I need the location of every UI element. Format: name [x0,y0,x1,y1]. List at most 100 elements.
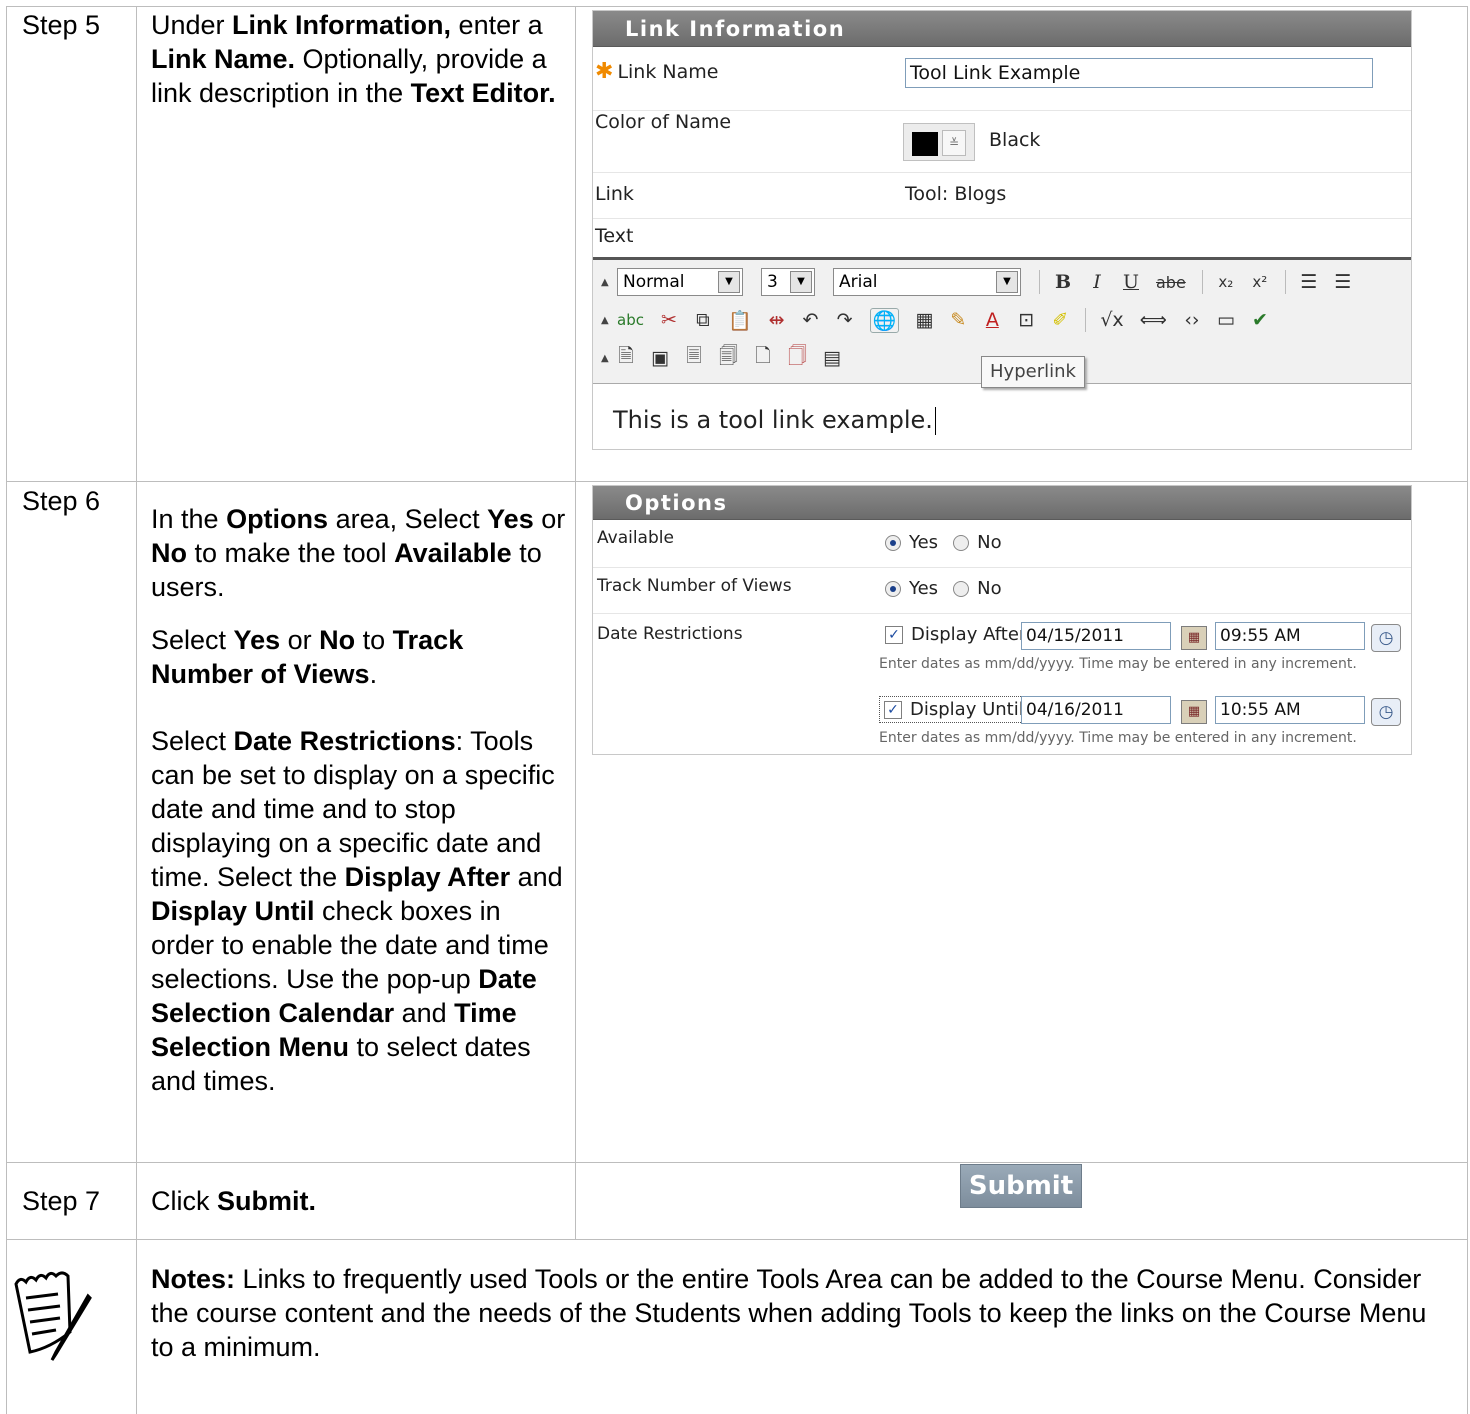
pencil-icon[interactable]: ✎ [949,309,967,331]
notes-icon [14,1271,92,1361]
fullscreen-icon[interactable]: ▭ [1217,309,1235,331]
font-family-select[interactable]: Arial ▼ [833,268,1021,296]
calendar-icon[interactable]: ▦ [1181,700,1207,724]
submit-button[interactable]: Submit [960,1164,1082,1208]
display-after-time-input[interactable]: 09:55 AM [1215,622,1365,650]
link-name-row: ✱ Link Name Tool Link Example [593,47,1411,111]
subscript-icon[interactable]: x₂ [1217,273,1235,291]
html-source-icon[interactable]: ⟺ [1140,309,1167,331]
date-restrictions-row: Date Restrictions ✓ Display After 04/15/2… [593,614,1411,754]
display-until-time-input[interactable]: 10:55 AM [1215,696,1365,724]
superscript-icon[interactable]: x² [1251,273,1269,291]
column-divider-1 [136,6,137,1414]
track-no-label: No [977,578,1002,599]
strikethrough-icon[interactable]: abe [1156,273,1186,292]
spellcheck-icon[interactable]: abc [617,311,644,329]
insert-media-icon[interactable]: 🗏 [685,342,703,374]
track-yes-radio[interactable] [885,580,901,597]
available-no-radio[interactable] [953,534,970,551]
math-icon[interactable]: √x [1100,309,1123,331]
mashup-icon[interactable]: ▤ [823,347,841,369]
color-value: Black [989,129,1041,151]
required-star-icon: ✱ [595,59,614,84]
chevron-down-icon[interactable]: ≚ [942,130,966,156]
date-restrictions-label: Date Restrictions [597,624,743,644]
insert-object-icon[interactable]: ⊡ [1017,309,1035,331]
display-after-checkbox[interactable]: ✓ [885,625,903,644]
color-picker[interactable]: ≚ [903,123,975,161]
display-until-hint: Enter dates as mm/dd/yyyy. Time may be e… [879,730,1357,746]
insert-audio-icon[interactable]: 🗋 [754,342,772,374]
collapse-arrow-icon[interactable]: ▲ [601,353,617,364]
cut-icon[interactable]: ✂ [660,309,678,331]
code-icon[interactable]: ‹› [1183,309,1201,331]
toolbar-row-1: ▲ Normal ▼ 3 ▼ Arial ▼ B I U abe x₂ x² ☰ ☰ [601,264,1411,300]
table-icon[interactable]: ▦ [915,309,933,331]
track-yes-label: Yes [909,578,939,599]
display-until-group: ✓ Display Until [879,696,1035,723]
chevron-down-icon: ▼ [996,271,1018,293]
font-size-select[interactable]: 3 ▼ [761,268,815,296]
text-color-icon[interactable]: A [983,309,1001,331]
align-left-icon[interactable]: ☰ [1300,271,1318,293]
row-divider-1 [6,481,1468,482]
toolbar-separator [1284,270,1286,294]
align-center-icon[interactable]: ☰ [1334,271,1352,293]
hyperlink-icon[interactable]: 🌐 [869,307,900,333]
row-divider-3 [6,1239,1468,1240]
redo-icon[interactable]: ↷ [836,309,854,331]
link-row: Link Tool: Blogs [593,173,1411,219]
check-icon[interactable]: ✔ [1251,309,1269,331]
available-yes-radio[interactable] [885,534,901,551]
track-no-radio[interactable] [953,580,970,597]
color-swatch [912,132,938,156]
display-until-checkbox[interactable]: ✓ [884,700,902,719]
notes-text: Notes: Links to frequently used Tools or… [151,1264,1427,1362]
underline-icon[interactable]: U [1122,271,1140,293]
bold-icon[interactable]: B [1054,271,1072,293]
format-select[interactable]: Normal ▼ [617,268,743,296]
link-name-input[interactable]: Tool Link Example [905,58,1373,88]
paste-icon[interactable]: 📋 [728,309,752,332]
link-value: Tool: Blogs [905,183,1007,205]
display-until-date-input[interactable]: 04/16/2011 [1021,696,1171,724]
collapse-arrow-icon[interactable]: ▲ [601,277,617,288]
undo-icon[interactable]: ↶ [802,309,820,331]
attach-file-icon[interactable]: 🗎 [617,342,635,374]
text-row: Text [593,219,1411,257]
editor-content[interactable]: This is a tool link example. [613,406,936,435]
insert-image-icon[interactable]: ▣ [651,347,669,369]
step-5-instructions: Under Link Information, enter a Link Nam… [151,10,556,108]
color-of-name-label: Color of Name [595,111,732,133]
link-name-label: ✱ Link Name [595,59,719,84]
highlight-icon[interactable]: ✐ [1051,309,1069,331]
step-6-instructions: In the Options area, Select Yes or No to… [151,502,569,1098]
display-after-date-input[interactable]: 04/15/2011 [1021,622,1171,650]
chevron-down-icon: ▼ [718,271,740,293]
editor-toolbar: ▲ Normal ▼ 3 ▼ Arial ▼ B I U abe x₂ x² ☰ ☰ … [593,260,1411,388]
toolbar-row-2: ▲ abc ✂ ⧉ 📋 ⇹ ↶ ↷ 🌐 ▦ ✎ A ⊡ ✐ √x ⟺ ‹› ▭ … [601,302,1411,338]
clock-icon[interactable]: ◷ [1371,698,1401,726]
table-border-top [6,6,1468,7]
text-label: Text [595,225,634,247]
collapse-arrow-icon[interactable]: ▲ [601,315,617,326]
toolbar-separator [1085,308,1087,332]
link-information-panel: Link Information ✱ Link Name Tool Link Ex… [592,10,1412,450]
step-7-instructions: Click Submit. [151,1186,316,1216]
display-until-label: Display Until [910,699,1024,720]
italic-icon[interactable]: I [1088,271,1106,293]
calendar-icon[interactable]: ▦ [1181,626,1207,650]
step-6-paragraph-available: In the Options area, Select Yes or No to… [151,504,566,602]
link-information-header: Link Information [593,11,1411,47]
clock-icon[interactable]: ◷ [1371,624,1401,652]
insert-pdf-icon[interactable]: 🗍 [788,342,807,374]
display-after-hint: Enter dates as mm/dd/yyyy. Time may be e… [879,656,1357,672]
clear-format-icon[interactable]: ⇹ [768,309,786,331]
copy-icon[interactable]: ⧉ [694,309,712,331]
chevron-down-icon: ▼ [790,271,812,293]
available-no-label: No [977,532,1002,553]
insert-document-icon[interactable]: 🗐 [719,342,738,374]
toolbar-separator [1039,270,1040,294]
step-6-paragraph-track: Select Yes or No to Track Number of View… [151,625,464,689]
display-after-label: Display After [911,624,1027,645]
